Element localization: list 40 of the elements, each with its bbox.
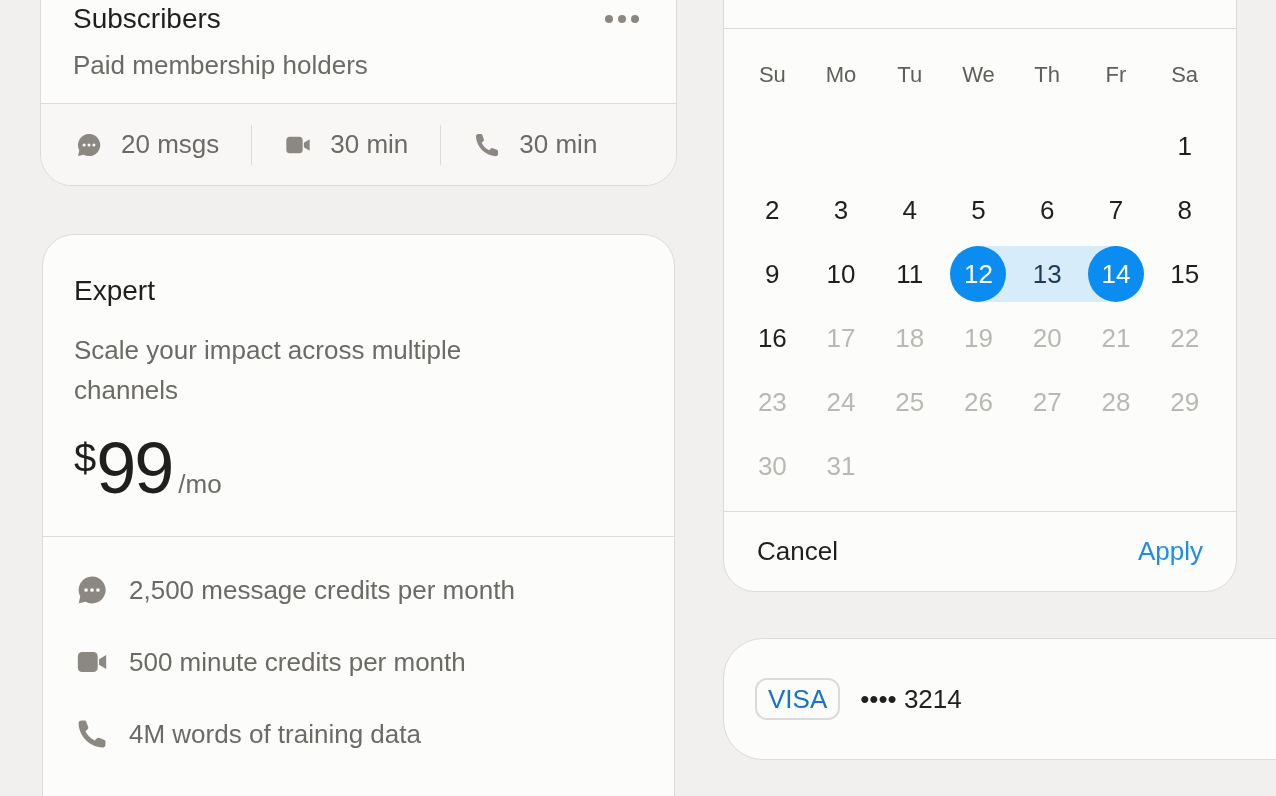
feature-text: 4M words of training data (129, 717, 421, 751)
weekday-label: Th (1033, 60, 1062, 89)
stat-label: 20 msgs (121, 128, 220, 161)
apply-button[interactable]: Apply (1137, 532, 1203, 571)
weekday-label: We (961, 60, 996, 89)
calendar-day[interactable]: 16 (744, 310, 801, 366)
weekday-label: Tu (896, 60, 924, 89)
card-title: Subscribers (73, 2, 221, 36)
weekday-label: Fr (1104, 60, 1128, 89)
calendar-day[interactable]: 10 (813, 246, 870, 302)
calendar-day[interactable]: 7 (1087, 182, 1144, 238)
weekday-label: Mo (824, 60, 858, 89)
card-number: •••• 3214 (860, 682, 962, 716)
plan-title: Expert (74, 274, 156, 308)
calendar-day[interactable]: 13 (1019, 246, 1076, 302)
stat-label: 30 min (330, 128, 409, 161)
price-period: /mo (178, 468, 222, 500)
calendar-day[interactable]: 12 (950, 246, 1007, 302)
feature-text: 500 minute credits per month (129, 645, 466, 679)
calendar-day[interactable]: 6 (1019, 182, 1076, 238)
card-brand-badge: VISA (755, 678, 841, 720)
stat-label: 30 min (519, 128, 598, 161)
calendar-day[interactable]: 3 (813, 182, 870, 238)
plan-description: Scale your impact across multiple channels (74, 334, 463, 407)
plan-price: 99 (96, 430, 173, 506)
calendar-day[interactable]: 11 (881, 246, 938, 302)
calendar-day[interactable]: 8 (1156, 182, 1213, 238)
feature-text: 2,500 message credits per month (129, 573, 515, 607)
calendar-day[interactable]: 5 (950, 182, 1007, 238)
card-subtitle: Paid membership holders (73, 49, 369, 82)
cancel-button[interactable]: Cancel (757, 532, 838, 571)
weekday-label: Su (757, 60, 787, 89)
calendar-day[interactable]: 9 (744, 246, 801, 302)
weekday-label: Sa (1170, 60, 1200, 89)
more-icon[interactable] (604, 14, 640, 24)
calendar-day[interactable]: 4 (881, 182, 938, 238)
currency-symbol: $ (74, 435, 97, 480)
calendar-day[interactable]: 15 (1156, 246, 1213, 302)
calendar-day[interactable]: 1 (1156, 118, 1213, 174)
calendar-day[interactable]: 2 (744, 182, 801, 238)
